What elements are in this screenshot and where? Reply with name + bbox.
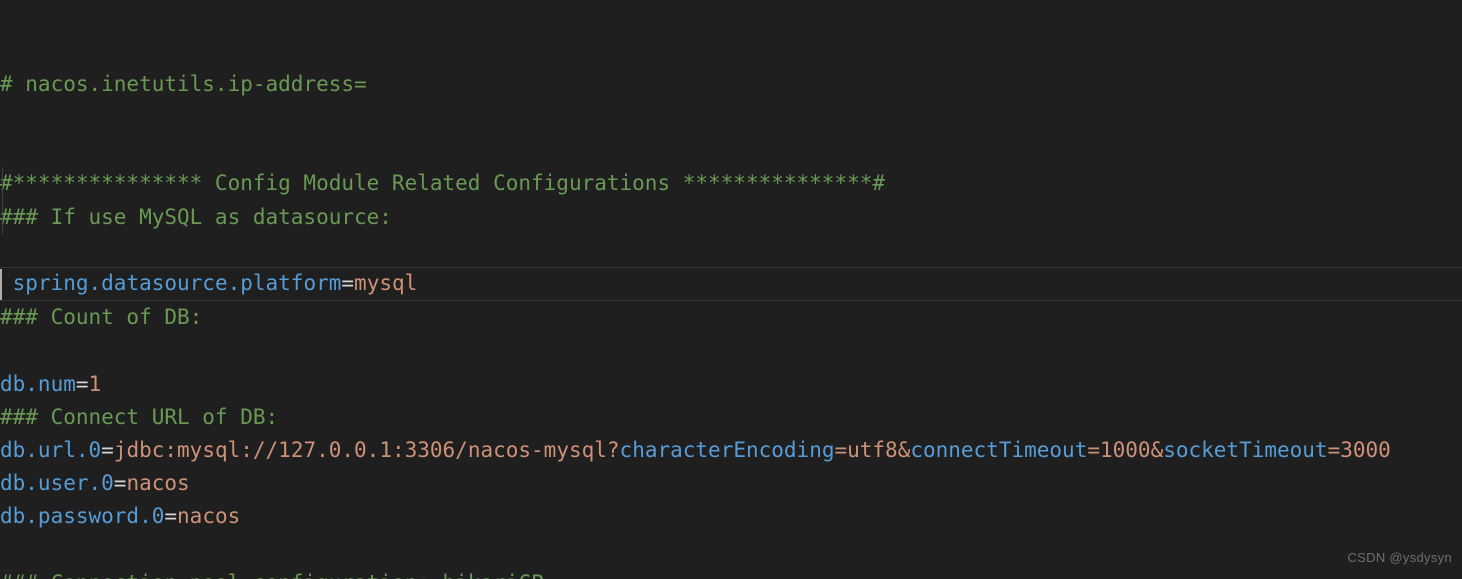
editor-text-layer[interactable]: # nacos.inetutils.ip-address= #*********… <box>0 0 1462 579</box>
code-line[interactable]: #*************** Config Module Related C… <box>0 101 1462 195</box>
watermark: CSDN @ysdysyn <box>1347 549 1452 565</box>
code-editor-viewport[interactable]: # nacos.inetutils.ip-address= #*********… <box>0 0 1462 579</box>
indent-guide <box>2 167 3 201</box>
code-line[interactable]: spring.datasource.platform=mysql <box>0 167 1462 295</box>
code-line[interactable]: ### Connect URL of DB: <box>0 334 1462 429</box>
code-line-blank[interactable] <box>0 200 1462 235</box>
code-line-blank[interactable] <box>0 301 1462 334</box>
text-caret <box>0 269 2 301</box>
code-line-active[interactable]: db.num=1 <box>0 267 1462 396</box>
code-line[interactable]: db.password.0=nacos <box>0 434 1462 528</box>
indent-guide <box>2 200 3 235</box>
code-line-blank[interactable] <box>0 34 1462 67</box>
code-line[interactable]: db.pool.config.validationTimeout=10000 <box>0 567 1462 579</box>
code-line-blank[interactable] <box>0 467 1462 500</box>
code-line[interactable]: ### If use MySQL as datasource: <box>0 134 1462 229</box>
code-line[interactable]: ### Connection pool configuration: hikar… <box>0 500 1462 579</box>
code-line[interactable]: # nacos.inetutils.ip-address= <box>0 1 1462 96</box>
code-line[interactable]: db.url.0=jdbc:mysql://127.0.0.1:3306/nac… <box>0 367 1462 462</box>
code-line-blank[interactable] <box>0 68 1462 101</box>
code-line[interactable]: db.pool.config.connectionTimeout=30000 <box>0 534 1462 567</box>
code-line[interactable]: db.user.0=nacos <box>0 401 1462 495</box>
code-line[interactable]: ### Count of DB: <box>0 234 1462 329</box>
